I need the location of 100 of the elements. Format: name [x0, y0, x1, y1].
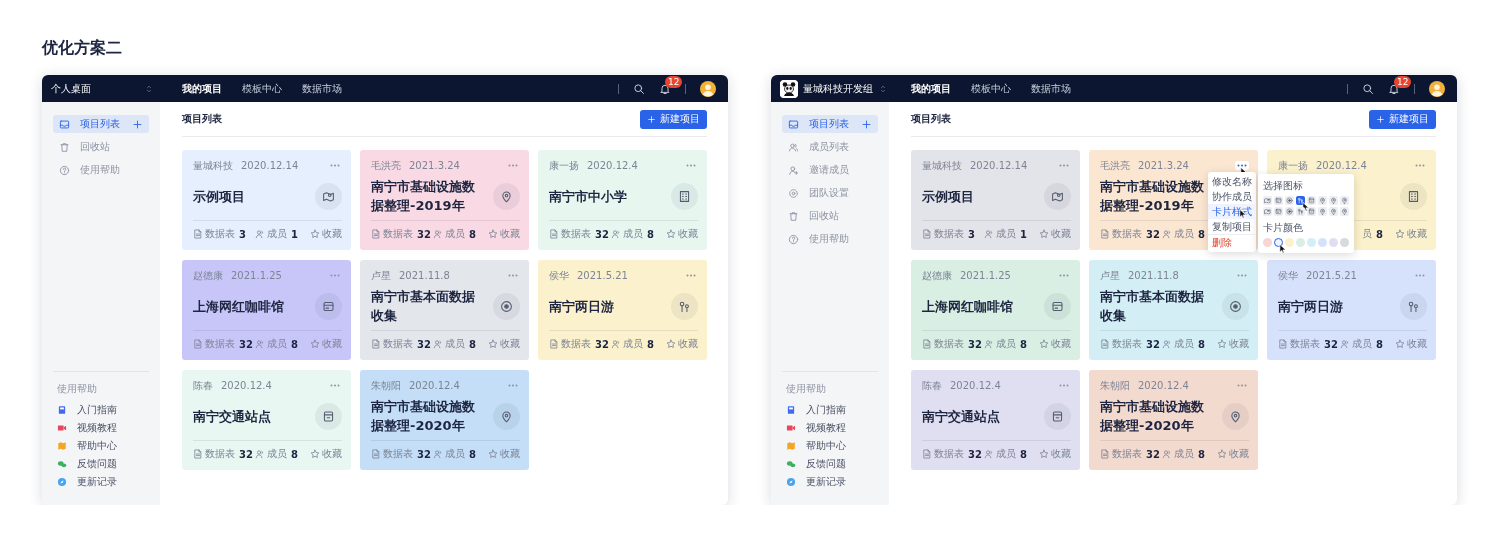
stat-label: 数据表	[1112, 337, 1142, 351]
stat-value: 8	[291, 448, 298, 460]
card-owner: 量城科技	[922, 158, 962, 173]
card-date: 2020.12.14	[241, 160, 300, 171]
stat-label: 成员	[1174, 337, 1194, 351]
section-title: 卡片颜色	[1263, 221, 1304, 235]
page-title: 项目列表	[182, 112, 222, 126]
card-date: 2021.3.24	[409, 160, 461, 171]
stat-label: 成员	[1352, 337, 1372, 351]
card-title: 上海网红咖啡馆	[193, 297, 284, 316]
card-date: 2020.12.4	[409, 380, 461, 391]
stat-value: 3	[968, 228, 975, 240]
stat-label: 数据表	[205, 337, 235, 351]
card-title: 南宁交通站点	[193, 407, 271, 426]
card-date: 2021.1.25	[960, 270, 1012, 281]
stat-value: 3	[239, 228, 246, 240]
stat-label: 数据表	[205, 227, 235, 241]
card-owner: 康一扬	[1278, 158, 1308, 173]
stat-value: 8	[469, 448, 476, 460]
stat-label: 成员	[996, 447, 1016, 461]
stat-label: 成员	[623, 227, 643, 241]
stat-label: 数据表	[1112, 447, 1142, 461]
card-owner: 侯华	[1278, 268, 1298, 283]
stat-label: 数据表	[561, 337, 591, 351]
stat-value: 32	[595, 338, 609, 350]
stat-label: 数据表	[205, 447, 235, 461]
stat-label: 数据表	[383, 447, 413, 461]
stat-label: 数据表	[383, 227, 413, 241]
stat-value: 32	[1146, 448, 1160, 460]
card-owner: 陈春	[922, 378, 942, 393]
card-owner: 赵德康	[922, 268, 952, 283]
card-title: 示例项目	[922, 187, 974, 206]
stat-value: 32	[417, 338, 431, 350]
card-date: 2021.5.21	[1306, 270, 1358, 281]
stat-value: 32	[595, 228, 609, 240]
card-owner: 侯华	[549, 268, 569, 283]
stat-value: 32	[239, 338, 253, 350]
stat-label: 数据表	[934, 227, 964, 241]
card-title: 南宁市基本面数据收集	[371, 288, 476, 325]
card-date: 2021.5.21	[577, 270, 629, 281]
card-owner: 赵德康	[193, 268, 223, 283]
card-date: 2020.12.4	[587, 160, 639, 171]
card-title: 南宁市基础设施数据整理-2019年	[371, 178, 476, 215]
section-title: 选择图标	[1263, 179, 1304, 193]
card-title: 南宁市基本面数据收集	[1100, 288, 1205, 325]
stat-value: 8	[1198, 448, 1205, 460]
notification-badge: 12	[1394, 75, 1412, 88]
stat-value: 8	[1198, 228, 1205, 240]
stat-value: 8	[291, 338, 298, 350]
card-owner: 毛洪亮	[1100, 158, 1130, 173]
stat-value: 8	[1376, 228, 1383, 240]
stat-label: 成员	[445, 227, 465, 241]
card-owner: 康一扬	[549, 158, 579, 173]
stat-value: 32	[1146, 338, 1160, 350]
stat-value: 1	[1020, 228, 1027, 240]
card-title: 南宁市基础设施数据整理-2020年	[371, 398, 476, 435]
card-date: 2021.3.24	[1138, 160, 1190, 171]
card-owner: 量城科技	[193, 158, 233, 173]
stat-label: 数据表	[934, 447, 964, 461]
stat-label: 数据表	[383, 337, 413, 351]
card-date: 2020.12.4	[950, 380, 1002, 391]
stat-value: 32	[1324, 338, 1338, 350]
card-owner: 毛洪亮	[371, 158, 401, 173]
notification-badge: 12	[665, 75, 683, 88]
stat-label: 成员	[1174, 227, 1194, 241]
stat-label: 数据表	[1112, 227, 1142, 241]
stat-value: 32	[417, 448, 431, 460]
card-owner: 卢星	[371, 268, 391, 283]
stat-label: 成员	[996, 227, 1016, 241]
stat-value: 8	[647, 228, 654, 240]
page-heading: 优化方案二	[42, 38, 123, 58]
section-title: 使用帮助	[56, 382, 98, 396]
stat-value: 8	[1198, 338, 1205, 350]
card-date: 2021.11.8	[399, 270, 451, 281]
stat-label: 员	[1362, 227, 1372, 241]
card-title: 示例项目	[193, 187, 245, 206]
stat-value: 8	[1020, 338, 1027, 350]
card-owner: 朱朝阳	[1100, 378, 1130, 393]
stat-label: 数据表	[561, 227, 591, 241]
stat-value: 32	[1146, 228, 1160, 240]
stat-value: 8	[647, 338, 654, 350]
stat-value: 8	[1376, 338, 1383, 350]
card-title: 南宁市基础设施数据整理-2020年	[1100, 398, 1205, 435]
stat-label: 成员	[1174, 447, 1194, 461]
card-title: 上海网红咖啡馆	[922, 297, 1013, 316]
stat-label: 成员	[623, 337, 643, 351]
stat-label: 成员	[267, 337, 287, 351]
stat-label: 成员	[996, 337, 1016, 351]
stat-value: 8	[469, 228, 476, 240]
card-owner: 朱朝阳	[371, 378, 401, 393]
stat-label: 数据表	[1290, 337, 1320, 351]
card-date: 2020.12.4	[1138, 380, 1190, 391]
card-owner: 卢星	[1100, 268, 1120, 283]
card-date: 2020.12.14	[970, 160, 1029, 171]
stat-value: 32	[239, 448, 253, 460]
stat-value: 8	[469, 338, 476, 350]
section-title: 使用帮助	[785, 382, 827, 396]
page-title: 项目列表	[911, 112, 951, 126]
card-title: 南宁两日游	[1278, 297, 1343, 316]
card-date: 2021.11.8	[1128, 270, 1180, 281]
